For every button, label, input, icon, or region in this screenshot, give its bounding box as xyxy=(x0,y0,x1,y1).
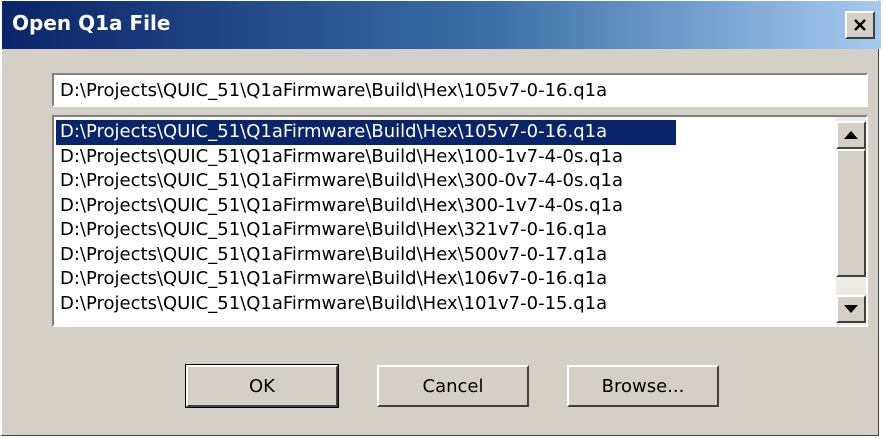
scroll-up-button[interactable] xyxy=(836,121,866,149)
file-path-input[interactable] xyxy=(52,73,868,107)
arrow-down-icon xyxy=(844,305,858,313)
list-item[interactable]: D:\Projects\QUIC_51\Q1aFirmware\Build\He… xyxy=(56,218,834,243)
list-item[interactable]: D:\Projects\QUIC_51\Q1aFirmware\Build\He… xyxy=(56,267,834,292)
browse-button[interactable]: Browse... xyxy=(567,365,719,407)
window-title: Open Q1a File xyxy=(12,11,171,35)
cancel-button[interactable]: Cancel xyxy=(377,365,529,407)
scroll-down-button[interactable] xyxy=(836,295,866,323)
scroll-thumb[interactable] xyxy=(836,149,866,277)
list-item[interactable]: D:\Projects\QUIC_51\Q1aFirmware\Build\He… xyxy=(56,243,834,268)
close-icon xyxy=(854,18,866,31)
title-bar[interactable]: Open Q1a File xyxy=(2,1,881,49)
list-item[interactable]: D:\Projects\QUIC_51\Q1aFirmware\Build\He… xyxy=(56,169,834,194)
file-list[interactable]: D:\Projects\QUIC_51\Q1aFirmware\Build\He… xyxy=(52,115,868,327)
file-list-items: D:\Projects\QUIC_51\Q1aFirmware\Build\He… xyxy=(56,120,834,316)
list-item[interactable]: D:\Projects\QUIC_51\Q1aFirmware\Build\He… xyxy=(56,145,834,170)
arrow-up-icon xyxy=(844,131,858,139)
list-item[interactable]: D:\Projects\QUIC_51\Q1aFirmware\Build\He… xyxy=(56,120,676,145)
close-button[interactable] xyxy=(845,11,875,39)
list-item[interactable]: D:\Projects\QUIC_51\Q1aFirmware\Build\He… xyxy=(56,194,834,219)
ok-button[interactable]: OK xyxy=(185,364,339,408)
open-file-dialog: Open Q1a File D:\Projects\QUIC_51\Q1aFir… xyxy=(0,0,881,436)
list-item[interactable]: D:\Projects\QUIC_51\Q1aFirmware\Build\He… xyxy=(56,292,834,317)
vertical-scrollbar[interactable] xyxy=(836,117,866,325)
